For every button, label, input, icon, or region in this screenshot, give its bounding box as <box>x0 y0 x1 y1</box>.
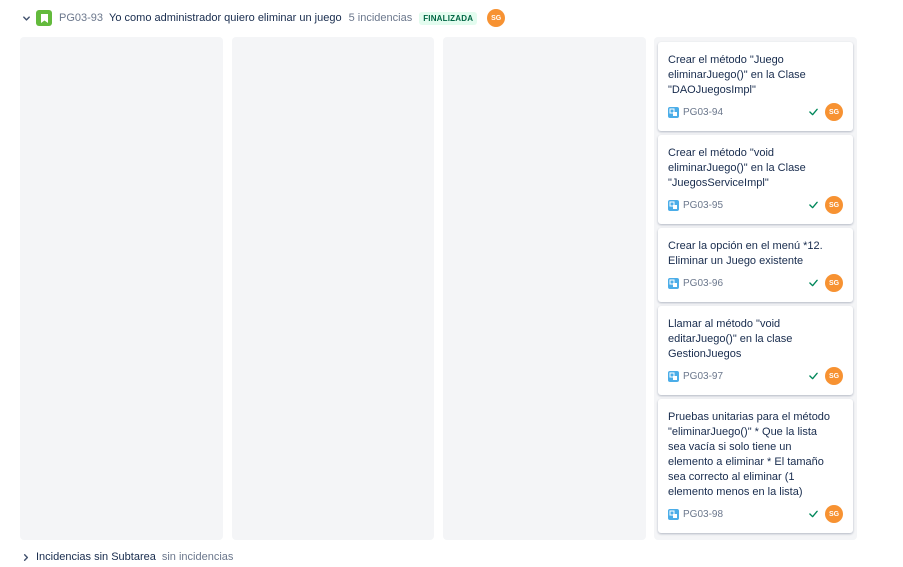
story-summary[interactable]: Yo como administrador quiero eliminar un… <box>109 12 342 24</box>
card-footer: PG03-97 SG <box>668 367 843 385</box>
avatar[interactable]: SG <box>825 505 843 523</box>
card-key[interactable]: PG03-95 <box>683 200 809 211</box>
issue-card[interactable]: Crear la opción en el menú *12. Eliminar… <box>658 228 853 302</box>
story-icon <box>36 10 52 26</box>
card-key[interactable]: PG03-96 <box>683 278 809 289</box>
card-key[interactable]: PG03-94 <box>683 107 809 118</box>
card-title: Crear el método "void eliminarJuego()" e… <box>668 147 806 189</box>
avatar[interactable]: SG <box>825 103 843 121</box>
subtask-icon <box>668 199 679 211</box>
card-title: Pruebas unitarias para el método "elimin… <box>668 411 831 498</box>
done-check-icon <box>809 510 818 518</box>
board-column-in-progress <box>232 37 434 540</box>
subtask-icon <box>668 508 679 520</box>
done-check-icon <box>809 279 818 287</box>
subtask-icon <box>668 370 679 382</box>
issue-card[interactable]: Crear el método "void eliminarJuego()" e… <box>658 135 853 224</box>
board-column-review <box>443 37 646 540</box>
card-key[interactable]: PG03-97 <box>683 371 809 382</box>
done-check-icon <box>809 108 818 116</box>
subtask-icon <box>668 106 679 118</box>
status-badge: FINALIZADA <box>419 11 478 25</box>
avatar[interactable]: SG <box>825 196 843 214</box>
avatar[interactable]: SG <box>825 274 843 292</box>
done-check-icon <box>809 372 818 380</box>
card-footer: PG03-98 SG <box>668 505 843 523</box>
issue-card[interactable]: Llamar al método "void editarJuego()" en… <box>658 306 853 395</box>
issue-card[interactable]: Pruebas unitarias para el método "elimin… <box>658 399 853 533</box>
avatar[interactable]: SG <box>487 9 506 27</box>
board-column-todo <box>20 37 223 540</box>
story-header: PG03-93 Yo como administrador quiero eli… <box>20 8 506 28</box>
issue-count: 5 incidencias <box>348 12 413 24</box>
avatar[interactable]: SG <box>825 367 843 385</box>
subtask-icon <box>668 277 679 289</box>
chevron-right-icon[interactable] <box>22 553 30 562</box>
card-footer: PG03-94 SG <box>668 103 843 121</box>
chevron-down-icon[interactable] <box>20 12 32 24</box>
issues-without-subtask-label[interactable]: Incidencias sin Subtarea <box>36 551 156 563</box>
issues-without-subtask-count: sin incidencias <box>161 551 234 563</box>
card-footer: PG03-95 SG <box>668 196 843 214</box>
card-title: Crear la opción en el menú *12. Eliminar… <box>668 240 823 267</box>
issue-card[interactable]: Crear el método "Juego eliminarJuego()" … <box>658 42 853 131</box>
card-key[interactable]: PG03-98 <box>683 509 809 520</box>
card-footer: PG03-96 SG <box>668 274 843 292</box>
done-check-icon <box>809 201 818 209</box>
card-title: Llamar al método "void editarJuego()" en… <box>668 318 793 360</box>
story-key[interactable]: PG03-93 <box>59 12 103 24</box>
card-title: Crear el método "Juego eliminarJuego()" … <box>668 54 806 96</box>
issues-without-subtask-row[interactable]: Incidencias sin Subtarea sin incidencias <box>22 550 233 564</box>
